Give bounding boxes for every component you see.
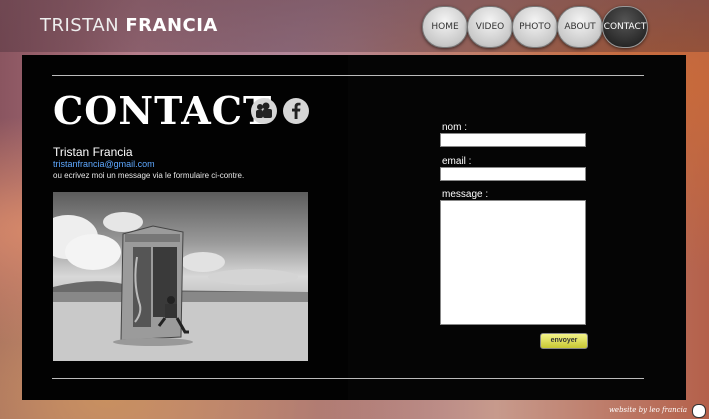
brand-first-name: TRISTAN xyxy=(40,15,120,36)
myspace-icon[interactable] xyxy=(251,98,277,124)
site-credit[interactable]: website by leo francia xyxy=(609,406,687,414)
message-label: message : xyxy=(442,189,489,200)
credit-logo-icon xyxy=(692,404,706,418)
nav-video[interactable]: VIDEO xyxy=(467,6,513,48)
nav-contact[interactable]: CONTACT xyxy=(602,6,648,48)
email-label: email : xyxy=(442,156,472,167)
message-field[interactable] xyxy=(440,200,586,325)
person-name: Tristan Francia xyxy=(53,145,133,159)
nav-home[interactable]: HOME xyxy=(422,6,468,48)
top-divider xyxy=(52,75,644,76)
facebook-icon[interactable] xyxy=(283,98,309,124)
brand-last-name: FRANCIA xyxy=(125,15,218,36)
name-label: nom : xyxy=(442,122,468,133)
contact-instructions: ou ecrivez moi un message via le formula… xyxy=(53,171,245,180)
nav-photo[interactable]: PHOTO xyxy=(512,6,558,48)
email-link[interactable]: tristanfrancia@gmail.com xyxy=(53,159,155,169)
page-title: CONTACT xyxy=(53,88,273,133)
nav-about[interactable]: ABOUT xyxy=(557,6,603,48)
site-brand[interactable]: TRISTAN FRANCIA xyxy=(40,15,218,36)
name-field[interactable] xyxy=(440,133,586,147)
bottom-divider xyxy=(52,378,644,379)
top-bar: TRISTAN FRANCIA HOME VIDEO PHOTO ABOUT C… xyxy=(0,0,709,52)
phone-booth-photo xyxy=(53,192,308,361)
email-field[interactable] xyxy=(440,167,586,181)
send-button[interactable]: envoyer xyxy=(540,333,588,349)
content-panel: CONTACT Tristan Francia tristanfrancia@g… xyxy=(22,55,686,400)
